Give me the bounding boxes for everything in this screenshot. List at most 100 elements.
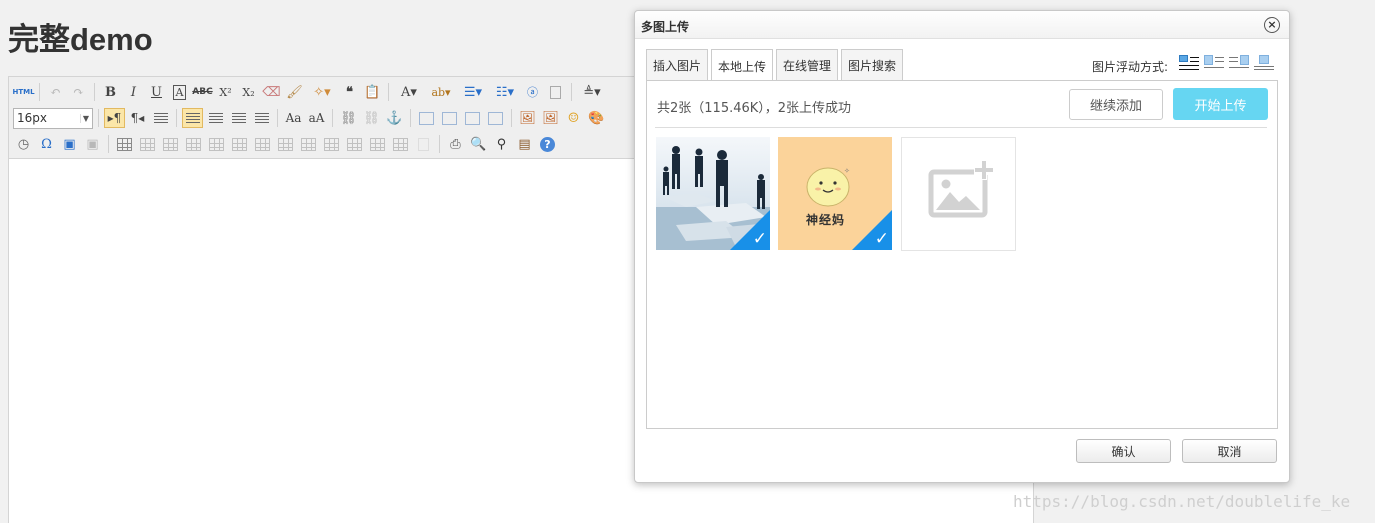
dialog-tabs: 插入图片 本地上传 在线管理 图片搜索 [646, 49, 904, 82]
split-cells-icon[interactable] [344, 134, 365, 154]
merge-down-icon[interactable] [321, 134, 342, 154]
print-icon[interactable]: ⎙ [445, 134, 466, 154]
dialog-footer: 确认 取消 [1076, 439, 1277, 463]
auto-format-icon[interactable]: ✧▾ [307, 82, 337, 102]
simple-upload-icon[interactable]: 🖼 [517, 108, 538, 128]
superscript-button[interactable]: X² [215, 82, 236, 102]
float-mode-options [1179, 54, 1274, 71]
search-replace-icon[interactable]: ⚲ [491, 134, 512, 154]
row-spacing-top-icon[interactable]: ≜▾ [577, 82, 607, 102]
italic-button[interactable]: I [123, 82, 144, 102]
continue-add-button[interactable]: 继续添加 [1069, 89, 1163, 120]
tab-local-upload[interactable]: 本地上传 [711, 49, 774, 82]
tab-insert-image[interactable]: 插入图片 [646, 49, 709, 81]
select-all-icon[interactable]: ⓐ [522, 82, 543, 102]
paste-text-icon[interactable]: 📋 [362, 82, 383, 102]
format-brush-icon[interactable]: 🖌 [284, 82, 305, 102]
clear-doc-icon[interactable] [545, 82, 566, 102]
float-mode-label: 图片浮动方式: [1092, 60, 1169, 74]
special-chars-button[interactable]: Ω [36, 134, 57, 154]
start-upload-button[interactable]: 开始上传 [1173, 88, 1268, 120]
float-right-icon[interactable] [1229, 54, 1249, 71]
add-image-icon [928, 160, 995, 218]
divider [655, 127, 1267, 128]
confirm-button[interactable]: 确认 [1076, 439, 1171, 463]
strikethrough-button[interactable]: ABC [192, 82, 213, 102]
preview-icon[interactable]: 🔍 [468, 134, 489, 154]
watermark: https://blog.csdn.net/doublelife_ke [1013, 492, 1351, 511]
to-uppercase-icon[interactable]: Aa [283, 108, 304, 128]
chart-icon[interactable] [413, 134, 434, 154]
image-none-icon[interactable] [416, 108, 437, 128]
float-none-icon[interactable] [1179, 54, 1199, 71]
float-center-icon[interactable] [1254, 54, 1274, 71]
insert-image-icon[interactable]: 🖼 [540, 108, 561, 128]
indent-icon[interactable] [150, 108, 171, 128]
tab-online-manage[interactable]: 在线管理 [776, 49, 839, 81]
image-center-icon[interactable] [485, 108, 506, 128]
anchor-icon[interactable]: ⚓ [384, 108, 405, 128]
upload-panel: 共2张（115.46K），2张上传成功 继续添加 开始上传 ✓ ✧ 神经妈 ✓ [646, 80, 1278, 429]
insert-col-icon[interactable] [229, 134, 250, 154]
image-right-icon[interactable] [462, 108, 483, 128]
unordered-list-icon[interactable]: ☷▾ [490, 82, 520, 102]
eraser-icon[interactable]: ⌫ [261, 82, 282, 102]
subscript-button[interactable]: X₂ [238, 82, 259, 102]
toolbar-separator [176, 109, 177, 127]
float-left-icon[interactable] [1204, 54, 1224, 71]
split-rows-icon[interactable] [367, 134, 388, 154]
delete-row-icon[interactable] [206, 134, 227, 154]
delete-table-icon[interactable] [137, 134, 158, 154]
direction-rtl-icon[interactable]: ¶◂ [127, 108, 148, 128]
close-icon[interactable]: × [1264, 17, 1280, 33]
merge-right-icon[interactable] [298, 134, 319, 154]
font-size-select[interactable]: 16px ▼ [13, 107, 93, 129]
add-image-placeholder[interactable] [901, 137, 1016, 251]
insert-time-icon[interactable]: ◷ [13, 134, 34, 154]
check-icon: ✓ [752, 229, 767, 249]
cancel-button[interactable]: 取消 [1182, 439, 1277, 463]
word-image-icon[interactable]: ▣ [82, 134, 103, 154]
screen: 完整demo HTML ↶ ↷ B I U A ABC X² X₂ ⌫ 🖌 ✧▾… [0, 0, 1375, 523]
unlink-icon[interactable]: ⛓ [361, 108, 382, 128]
insert-table-icon[interactable] [114, 134, 135, 154]
undo-icon[interactable]: ↶ [45, 82, 66, 102]
chevron-down-icon: ▼ [79, 113, 89, 123]
font-border-icon[interactable]: A [169, 82, 190, 102]
scrawl-icon[interactable]: 🎨 [586, 108, 607, 128]
toolbar-separator [94, 83, 95, 101]
bold-button[interactable]: B [100, 82, 121, 102]
justify-left-icon[interactable] [182, 108, 203, 128]
redo-icon[interactable]: ↷ [68, 82, 89, 102]
toolbar-separator [108, 135, 109, 153]
thumbnail-business-silhouettes[interactable]: ✓ [656, 137, 770, 250]
justify-center-icon[interactable] [205, 108, 226, 128]
image-left-icon[interactable] [439, 108, 460, 128]
link-icon[interactable]: ⛓ [338, 108, 359, 128]
drafts-icon[interactable]: ▤ [514, 134, 535, 154]
split-cols-icon[interactable] [390, 134, 411, 154]
dialog-header: 多图上传 × [635, 11, 1289, 39]
delete-col-icon[interactable] [252, 134, 273, 154]
direction-ltr-icon[interactable]: ▸¶ [104, 108, 125, 128]
font-color-button[interactable]: A ▾ [394, 82, 424, 102]
help-button[interactable]: ? [537, 134, 558, 154]
emotion-icon[interactable]: ☺ [563, 108, 584, 128]
justify-full-icon[interactable] [251, 108, 272, 128]
merge-cells-icon[interactable] [275, 134, 296, 154]
to-lowercase-icon[interactable]: aA [306, 108, 327, 128]
background-color-icon[interactable]: ab▾ [426, 82, 456, 102]
justify-right-icon[interactable] [228, 108, 249, 128]
page-title: 完整demo [8, 22, 153, 57]
tab-image-search[interactable]: 图片搜索 [841, 49, 904, 81]
underline-button[interactable]: U [146, 82, 167, 102]
insert-paragraph-before-table-icon[interactable] [160, 134, 181, 154]
blockquote-button[interactable]: ❝ [339, 82, 360, 102]
template-icon[interactable]: ▣ [59, 134, 80, 154]
insert-row-icon[interactable] [183, 134, 204, 154]
ordered-list-icon[interactable]: ☰▾ [458, 82, 488, 102]
check-icon: ✓ [874, 229, 889, 249]
image-caption: 神经妈 [806, 213, 846, 227]
html-source-button[interactable]: HTML [12, 82, 34, 102]
thumbnail-cartoon-face[interactable]: ✧ 神经妈 ✓ [778, 137, 892, 250]
